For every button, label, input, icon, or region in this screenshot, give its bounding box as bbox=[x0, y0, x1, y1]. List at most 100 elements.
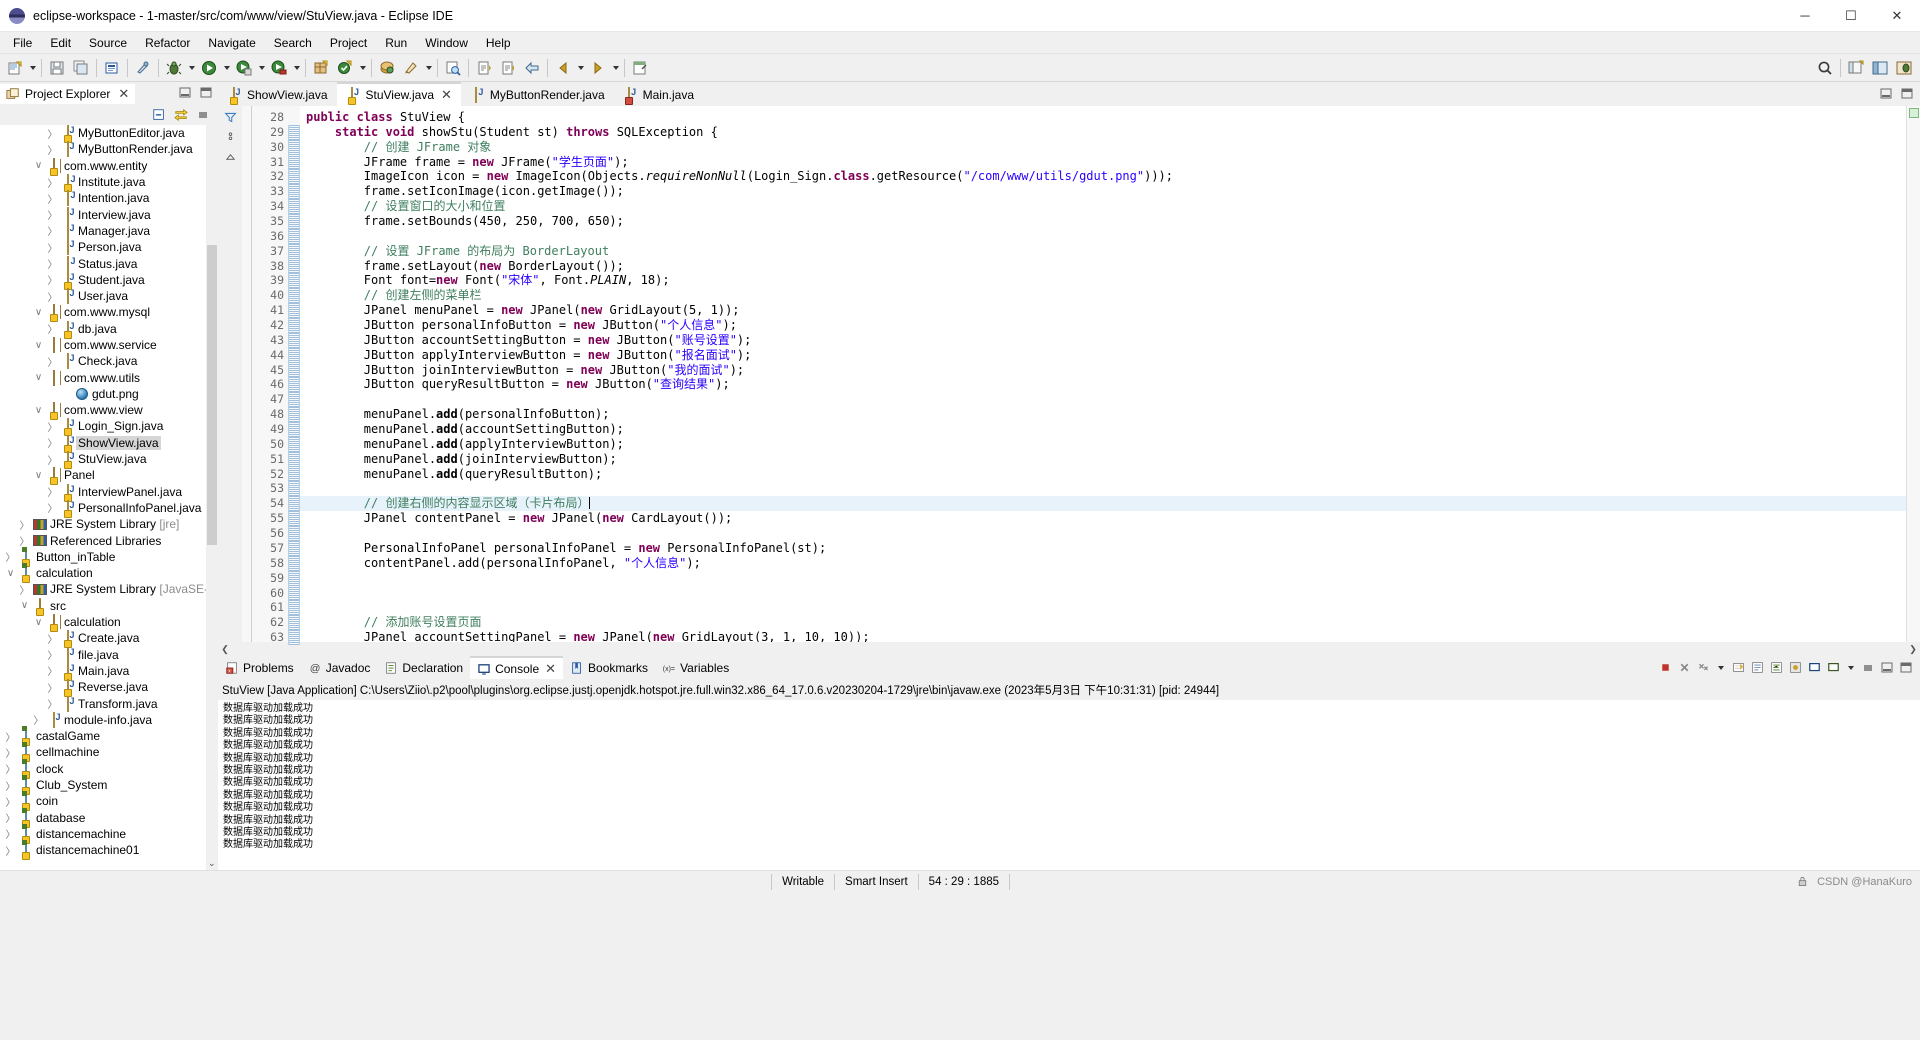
code-line[interactable]: menuPanel.add(queryResultButton); bbox=[300, 467, 1906, 482]
chevron-down-icon[interactable] bbox=[32, 307, 45, 318]
tree-item-jre-system-library[interactable]: JRE System Library [JavaSE-17] bbox=[0, 581, 218, 597]
breadcrumb-toggle-icon[interactable] bbox=[223, 130, 237, 144]
tree-item-interview-java[interactable]: Interview.java bbox=[0, 206, 218, 223]
fold-marker[interactable] bbox=[288, 273, 300, 289]
code-line[interactable]: Font font=new Font("宋体", Font.PLAIN, 18)… bbox=[300, 273, 1906, 288]
tree-item-check-java[interactable]: Check.java bbox=[0, 353, 218, 370]
tree-item-personalinfopanel-java[interactable]: PersonalInfoPanel.java bbox=[0, 499, 218, 518]
fold-marker[interactable] bbox=[288, 511, 300, 527]
fold-marker[interactable] bbox=[288, 496, 300, 512]
fold-marker[interactable] bbox=[288, 214, 300, 229]
run-dropdown[interactable] bbox=[221, 57, 232, 79]
chevron-down-icon[interactable] bbox=[18, 600, 31, 611]
view-menu-icon[interactable] bbox=[196, 108, 210, 122]
chevron-down-icon[interactable] bbox=[32, 617, 45, 628]
code-line[interactable]: JPanel menuPanel = new JPanel(new GridLa… bbox=[300, 303, 1906, 318]
fold-marker[interactable] bbox=[288, 228, 300, 244]
display-selected-console-icon[interactable] bbox=[1807, 661, 1821, 675]
scroll-right-icon[interactable]: ❯ bbox=[1906, 644, 1920, 655]
menu-item-edit[interactable]: Edit bbox=[41, 33, 80, 53]
menu-item-help[interactable]: Help bbox=[477, 33, 520, 53]
externalize-dropdown[interactable] bbox=[423, 57, 434, 79]
tree-item-module-info-java[interactable]: module-info.java bbox=[0, 711, 218, 728]
code-line[interactable] bbox=[300, 586, 1906, 601]
fold-marker[interactable] bbox=[288, 318, 300, 333]
fold-marker[interactable] bbox=[288, 169, 300, 185]
last-edit-location-button[interactable] bbox=[521, 57, 543, 79]
code-line[interactable] bbox=[300, 571, 1906, 586]
back-dropdown[interactable] bbox=[575, 57, 586, 79]
toggle-mark-occurrences-button[interactable] bbox=[132, 57, 154, 79]
java-perspective-button[interactable] bbox=[1869, 57, 1891, 79]
maximize-icon[interactable] bbox=[1899, 661, 1913, 675]
externalize-strings-button[interactable] bbox=[400, 57, 422, 79]
editor-tab-main-java[interactable]: Main.java bbox=[614, 82, 703, 106]
tree-item-manager-java[interactable]: Manager.java bbox=[0, 222, 218, 239]
project-tree[interactable]: MyButtonEditor.javaMyButtonRender.javaco… bbox=[0, 125, 218, 870]
console-tab-bookmarks[interactable]: Bookmarks bbox=[563, 656, 655, 679]
fold-marker[interactable] bbox=[288, 347, 300, 363]
project-tree-vertical-scrollbar[interactable]: ⌄ bbox=[206, 125, 218, 870]
chevron-right-icon[interactable] bbox=[46, 321, 59, 336]
code-line[interactable]: // 创建左侧的菜单栏 bbox=[300, 288, 1906, 303]
editor-tab-showview-java[interactable]: ShowView.java bbox=[218, 82, 337, 106]
minimize-window-button[interactable]: ─ bbox=[1782, 0, 1828, 32]
fold-marker[interactable] bbox=[288, 124, 300, 140]
filter-icon[interactable] bbox=[223, 110, 237, 124]
clear-console-icon[interactable] bbox=[1731, 661, 1745, 675]
tree-item-button-intable[interactable]: Button_inTable bbox=[0, 548, 218, 567]
tree-item-mybuttonrender-java[interactable]: MyButtonRender.java bbox=[0, 141, 218, 158]
project-tree-scroll-thumb[interactable] bbox=[207, 245, 217, 545]
save-all-button[interactable] bbox=[70, 57, 92, 79]
fold-marker[interactable] bbox=[288, 451, 300, 467]
code-line[interactable]: JButton accountSettingButton = new JButt… bbox=[300, 333, 1906, 348]
close-window-button[interactable]: ✕ bbox=[1874, 0, 1920, 32]
chevron-right-icon[interactable] bbox=[18, 582, 31, 597]
tree-item-calculation[interactable]: calculation bbox=[0, 565, 218, 584]
coverage-dropdown[interactable] bbox=[291, 57, 302, 79]
code-line[interactable]: menuPanel.add(applyInterviewButton); bbox=[300, 437, 1906, 452]
tree-item-com-www-utils[interactable]: com.www.utils bbox=[0, 369, 218, 386]
menu-item-file[interactable]: File bbox=[4, 33, 41, 53]
chevron-right-icon[interactable] bbox=[46, 289, 59, 304]
scroll-lock-icon[interactable] bbox=[1750, 661, 1764, 675]
code-line[interactable]: // 添加账号设置页面 bbox=[300, 615, 1906, 630]
maximize-icon[interactable] bbox=[199, 86, 213, 100]
next-annotation-button[interactable] bbox=[497, 57, 519, 79]
maximize-icon[interactable] bbox=[1900, 87, 1914, 101]
close-icon[interactable]: ✕ bbox=[441, 87, 452, 103]
menu-item-project[interactable]: Project bbox=[321, 33, 376, 53]
coverage-button[interactable] bbox=[268, 57, 290, 79]
search-button[interactable] bbox=[442, 57, 464, 79]
view-menu-icon[interactable] bbox=[1861, 661, 1875, 675]
chevron-right-icon[interactable] bbox=[4, 761, 17, 776]
chevron-right-icon[interactable] bbox=[46, 680, 59, 695]
code-line[interactable]: JPanel contentPanel = new JPanel(new Car… bbox=[300, 511, 1906, 526]
open-console-icon[interactable] bbox=[1826, 661, 1840, 675]
menu-item-source[interactable]: Source bbox=[80, 33, 136, 53]
new-package-button[interactable] bbox=[334, 57, 356, 79]
fold-marker[interactable] bbox=[288, 332, 300, 348]
fold-marker[interactable] bbox=[288, 407, 300, 423]
code-line[interactable] bbox=[300, 526, 1906, 541]
tree-item-transform-java[interactable]: Transform.java bbox=[0, 695, 218, 712]
editor-tab-mybuttonrender-java[interactable]: MyButtonRender.java bbox=[461, 82, 614, 106]
chevron-down-icon[interactable] bbox=[32, 405, 45, 416]
code-line[interactable]: frame.setIconImage(icon.getImage()); bbox=[300, 184, 1906, 199]
fold-marker[interactable] bbox=[288, 600, 300, 616]
chevron-right-icon[interactable] bbox=[46, 663, 59, 678]
code-line[interactable]: // 设置窗口的大小和位置 bbox=[300, 199, 1906, 214]
debug-perspective-button[interactable] bbox=[1893, 57, 1915, 79]
fold-marker[interactable] bbox=[288, 392, 300, 408]
chevron-right-icon[interactable] bbox=[46, 191, 59, 206]
code-line[interactable]: menuPanel.add(personalInfoButton); bbox=[300, 407, 1906, 422]
tree-item-clock[interactable]: clock bbox=[0, 760, 218, 779]
tree-item-referenced-libraries[interactable]: Referenced Libraries bbox=[0, 532, 218, 548]
fold-marker[interactable] bbox=[288, 199, 300, 215]
chevron-right-icon[interactable] bbox=[4, 778, 17, 793]
tree-item-calculation[interactable]: calculation bbox=[0, 614, 218, 633]
word-wrap-icon[interactable] bbox=[1769, 661, 1783, 675]
console-tab-variables[interactable]: (x)= Variables bbox=[655, 656, 736, 679]
tree-item-stuview-java[interactable]: StuView.java bbox=[0, 451, 218, 470]
chevron-right-icon[interactable] bbox=[46, 354, 59, 369]
